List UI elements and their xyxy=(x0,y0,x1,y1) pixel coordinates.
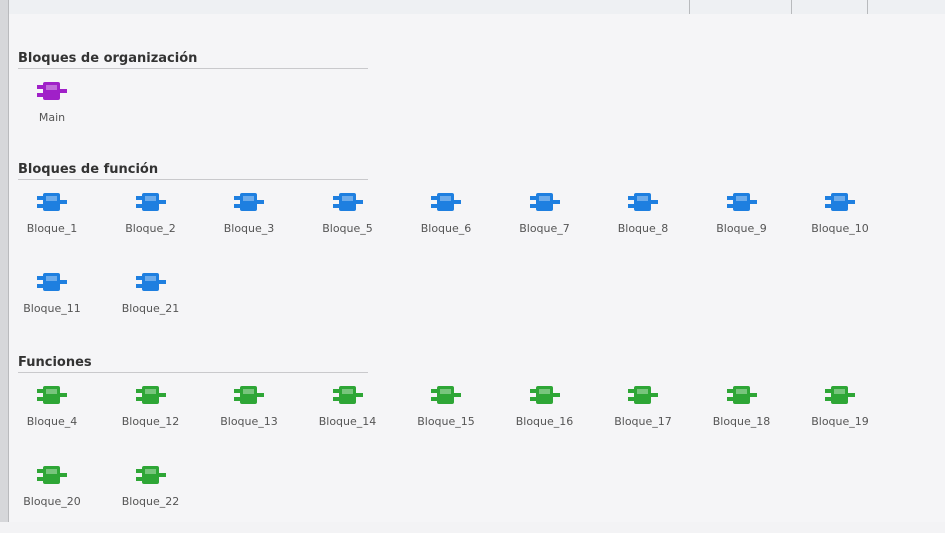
toolbar-divider xyxy=(867,0,868,14)
program-block-icon xyxy=(529,193,560,211)
block-tiles: Bloque_1 Bloque_2 Bloque_3 Bloque_5 Bloque_6… xyxy=(18,180,869,340)
block-tile[interactable]: Bloque_13 xyxy=(201,375,297,443)
block-label: Bloque_22 xyxy=(121,495,180,508)
program-block-icon xyxy=(37,193,67,211)
program-block-icon xyxy=(825,386,855,404)
block-tile[interactable]: Bloque_20 xyxy=(4,455,100,523)
block-tile[interactable]: Bloque_6 xyxy=(398,182,494,250)
program-block-icon xyxy=(135,273,166,291)
program-block-icon xyxy=(825,193,855,211)
block-tile[interactable]: Bloque_7 xyxy=(497,182,593,250)
program-block-icon xyxy=(726,193,757,211)
program-block-icon xyxy=(37,273,67,291)
block-label: Bloque_7 xyxy=(519,222,570,235)
program-block-icon xyxy=(37,386,67,404)
block-tile[interactable]: Bloque_16 xyxy=(497,375,593,443)
program-block-icon xyxy=(628,193,658,211)
block-tile[interactable]: Bloque_14 xyxy=(300,375,396,443)
block-label: Bloque_4 xyxy=(26,415,78,428)
block-tile[interactable]: Main xyxy=(4,71,100,139)
block-label: Bloque_17 xyxy=(614,415,672,428)
block-tile[interactable]: Bloque_5 xyxy=(300,182,396,250)
program-block-icon xyxy=(135,193,166,211)
block-tile[interactable]: Bloque_15 xyxy=(398,375,494,443)
block-tile[interactable]: Bloque_10 xyxy=(792,182,888,250)
toolbar-divider xyxy=(689,0,690,14)
group-title: Bloques de función xyxy=(18,161,368,180)
program-block-icon xyxy=(37,466,67,484)
block-label: Bloque_12 xyxy=(121,415,180,428)
block-label: Bloque_5 xyxy=(322,222,373,235)
block-tile[interactable]: Bloque_1 xyxy=(4,182,100,250)
block-label: Bloque_19 xyxy=(811,415,869,428)
block-tile[interactable]: Bloque_18 xyxy=(694,375,790,443)
group-function-blocks: Bloques de función Bloque_1 Bloque_2 Bloqu… xyxy=(18,161,869,340)
block-tile[interactable]: Bloque_3 xyxy=(201,182,297,250)
block-tile[interactable]: Bloque_19 xyxy=(792,375,888,443)
block-label: Bloque_14 xyxy=(318,415,377,428)
block-label: Bloque_13 xyxy=(220,415,278,428)
block-label: Bloque_16 xyxy=(515,415,574,428)
block-label: Bloque_11 xyxy=(23,302,81,315)
group-title: Funciones xyxy=(18,354,368,373)
program-block-icon xyxy=(332,386,363,404)
block-tiles: Bloque_4 Bloque_12 Bloque_13 Bloque_14 Bloqu… xyxy=(18,373,869,533)
group-functions: Funciones Bloque_4 Bloque_12 Bloque_13 Bloq… xyxy=(18,354,869,533)
block-label: Bloque_2 xyxy=(125,222,176,235)
program-block-icon xyxy=(726,386,757,404)
program-block-icon xyxy=(135,386,166,404)
program-block-icon xyxy=(332,193,363,211)
group-organization-blocks: Bloques de organización Main xyxy=(18,50,368,149)
group-title: Bloques de organización xyxy=(18,50,368,69)
block-label: Bloque_21 xyxy=(121,302,180,315)
block-tile[interactable]: Bloque_8 xyxy=(595,182,691,250)
program-blocks-view: Bloques de organización Main Bloques de … xyxy=(9,14,945,522)
program-block-icon xyxy=(135,466,166,484)
block-label: Main xyxy=(38,111,66,124)
block-tile[interactable]: Bloque_2 xyxy=(103,182,199,250)
block-label: Bloque_3 xyxy=(223,222,275,235)
block-label: Bloque_10 xyxy=(811,222,869,235)
block-label: Bloque_6 xyxy=(420,222,472,235)
program-block-icon xyxy=(37,82,67,100)
program-block-icon xyxy=(234,193,264,211)
program-block-icon xyxy=(628,386,658,404)
block-tile[interactable]: Bloque_21 xyxy=(103,262,199,330)
block-label: Bloque_8 xyxy=(617,222,669,235)
block-tile[interactable]: Bloque_22 xyxy=(103,455,199,523)
program-block-icon xyxy=(529,386,560,404)
block-tile[interactable]: Bloque_9 xyxy=(694,182,790,250)
block-tile[interactable]: Bloque_4 xyxy=(4,375,100,443)
program-block-icon xyxy=(234,386,264,404)
block-tile[interactable]: Bloque_12 xyxy=(103,375,199,443)
block-label: Bloque_20 xyxy=(23,495,81,508)
block-tile[interactable]: Bloque_11 xyxy=(4,262,100,330)
block-label: Bloque_15 xyxy=(417,415,475,428)
block-label: Bloque_9 xyxy=(716,222,767,235)
block-tile[interactable]: Bloque_17 xyxy=(595,375,691,443)
program-block-icon xyxy=(431,193,461,211)
program-block-icon xyxy=(431,386,461,404)
top-toolbar xyxy=(9,0,945,15)
block-label: Bloque_1 xyxy=(26,222,78,235)
block-label: Bloque_18 xyxy=(712,415,771,428)
block-tiles: Main xyxy=(18,69,368,149)
toolbar-divider xyxy=(791,0,792,14)
